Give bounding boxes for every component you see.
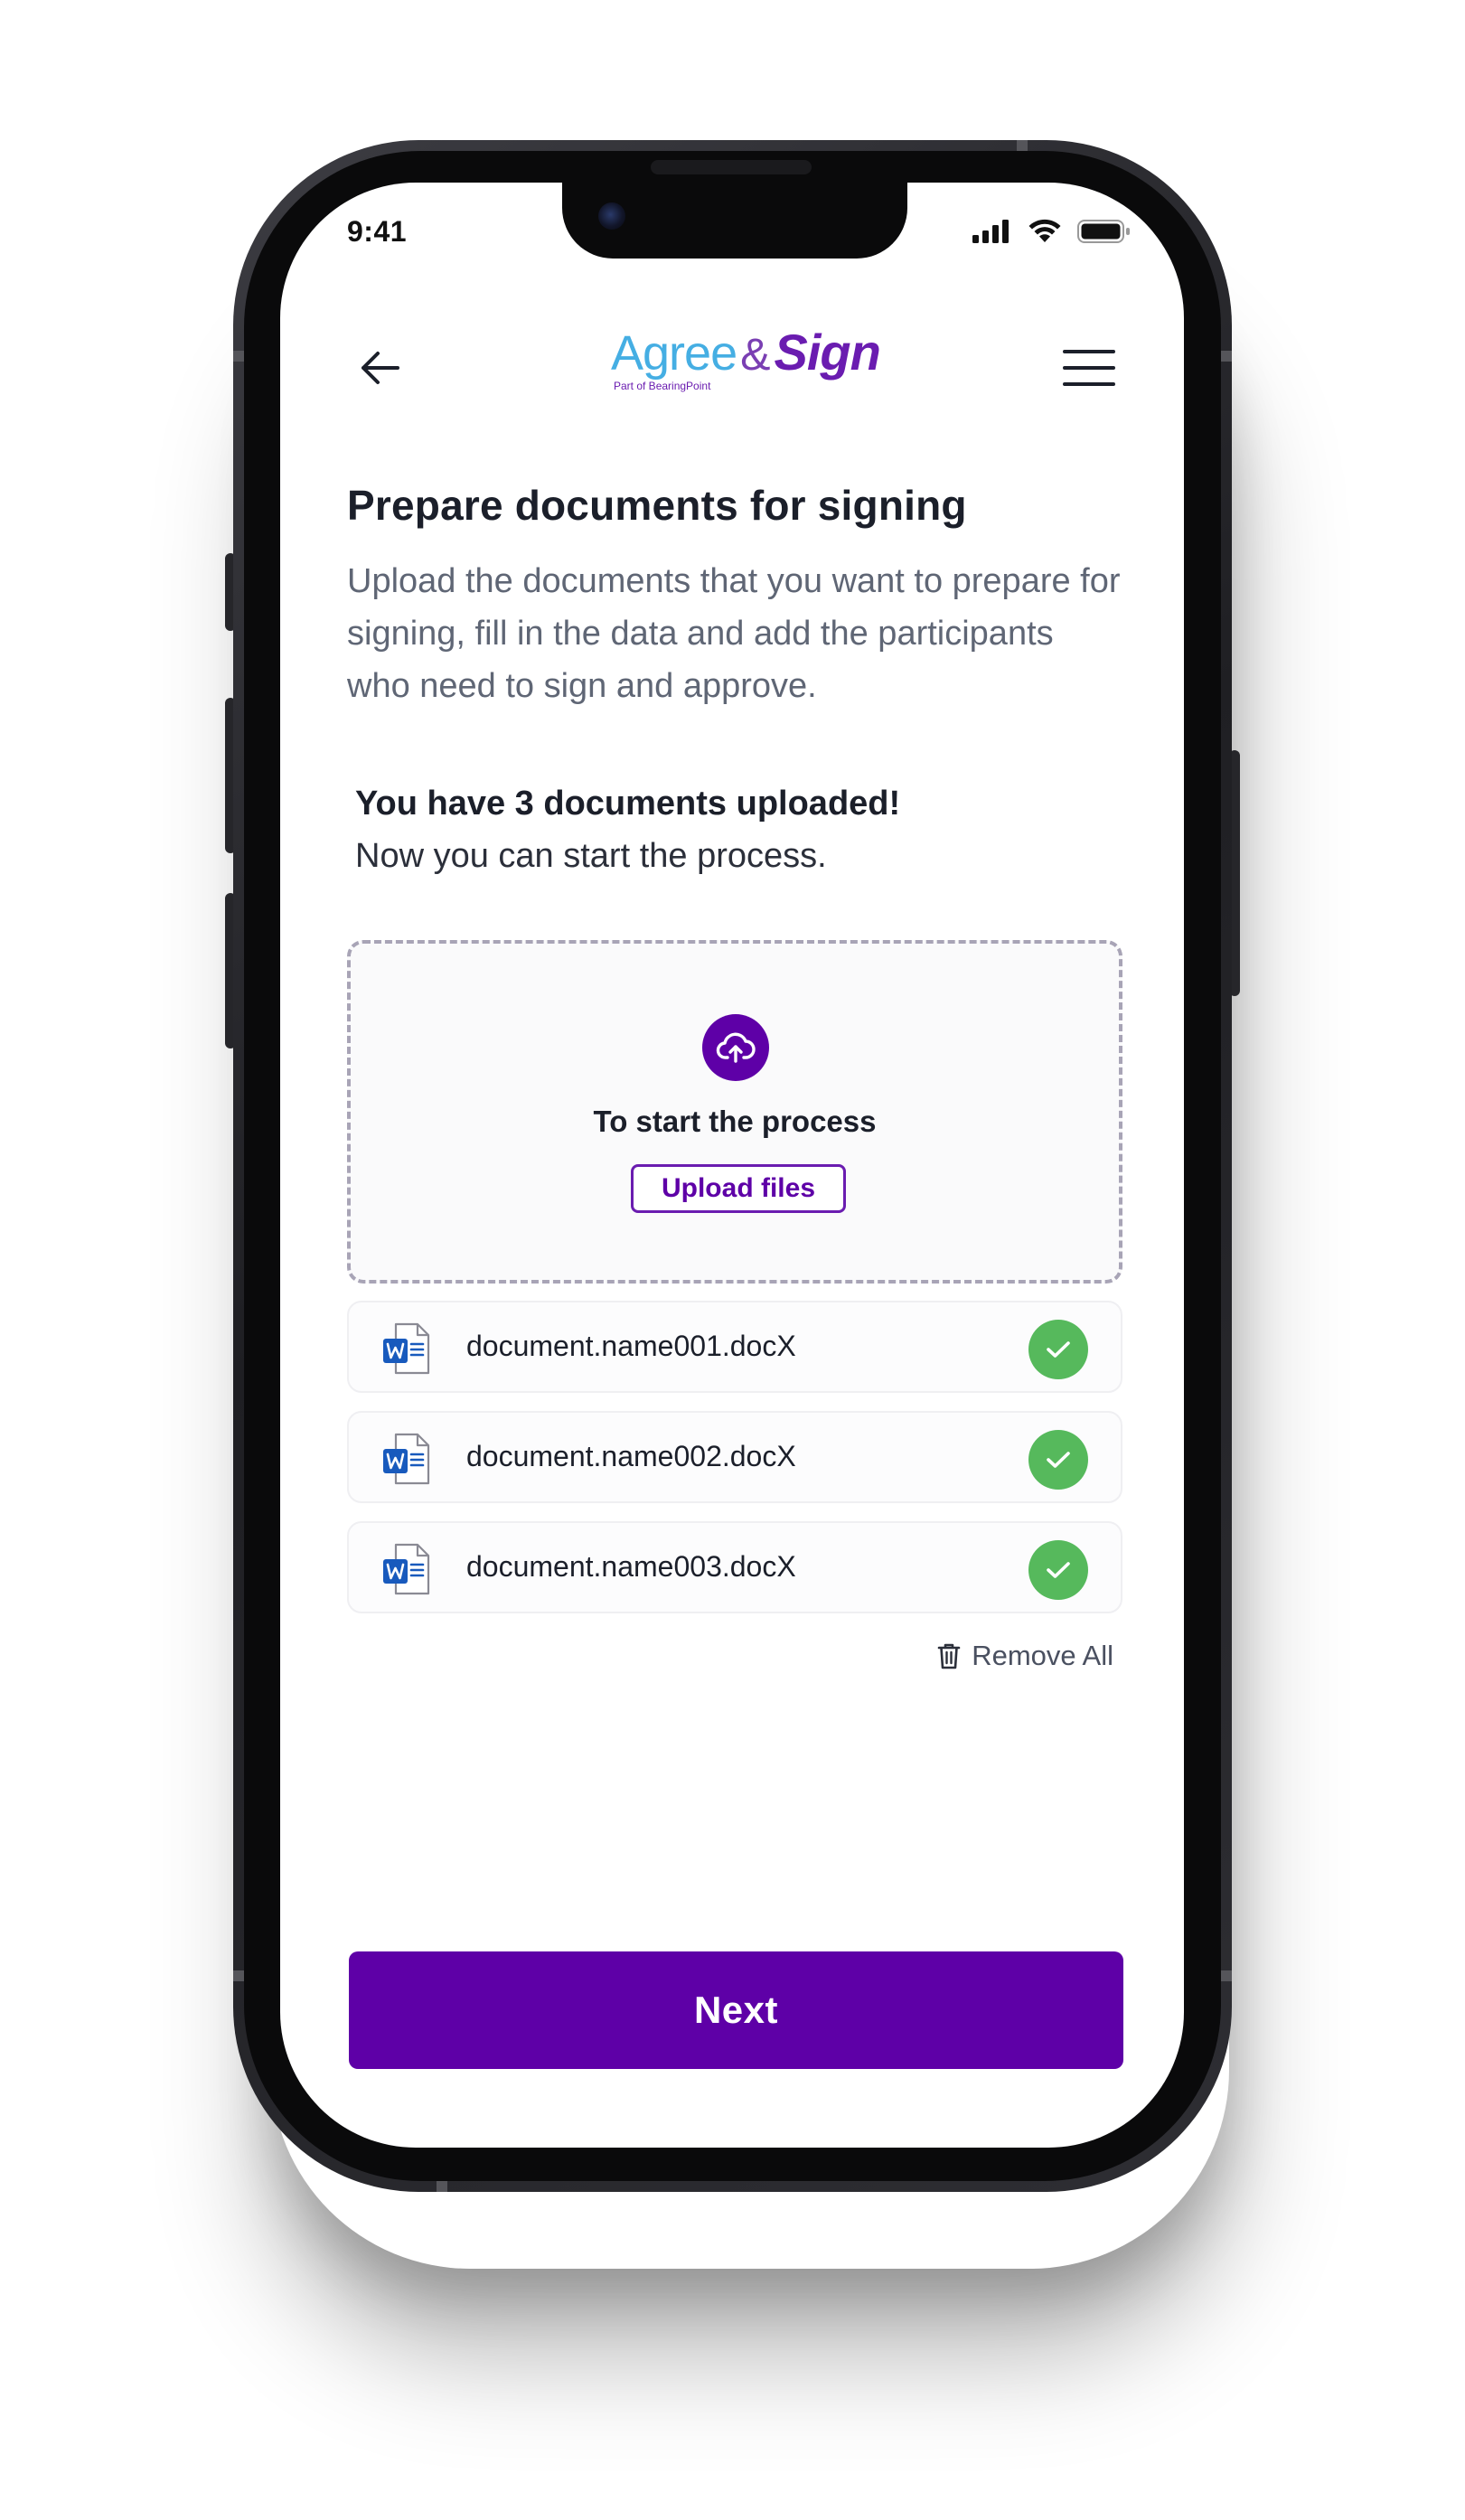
- document-name: document.name002.docX: [466, 1440, 796, 1472]
- notch: [562, 183, 907, 259]
- document-item[interactable]: document.name001.docX: [347, 1301, 1122, 1393]
- phone-screen: 9:41 Agree & Sign Part of BearingPoint P…: [280, 183, 1184, 2148]
- back-button[interactable]: [352, 341, 407, 395]
- battery-icon: [1077, 220, 1130, 243]
- document-name: document.name001.docX: [466, 1330, 796, 1362]
- next-button[interactable]: Next: [349, 1951, 1123, 2069]
- page-title: Prepare documents for signing: [347, 482, 967, 529]
- upload-files-button[interactable]: Upload files: [631, 1164, 846, 1213]
- document-item[interactable]: document.name002.docX: [347, 1411, 1122, 1503]
- antenna-band: [1219, 351, 1232, 362]
- page-description: Upload the documents that you want to pr…: [347, 562, 1121, 705]
- agree-and-sign-logo: Agree & Sign Part of BearingPoint: [611, 323, 881, 413]
- word-file-icon: [383, 1322, 430, 1375]
- upload-status-subtitle: Now you can start the process.: [355, 837, 827, 875]
- status-time: 9:41: [347, 215, 408, 248]
- cloud-upload-icon: [702, 1014, 769, 1081]
- file-dropzone[interactable]: To start the process Upload files: [347, 940, 1122, 1284]
- remove-all-button[interactable]: Remove All: [937, 1640, 1113, 1672]
- check-icon: [1028, 1320, 1088, 1379]
- menu-button[interactable]: [1057, 341, 1121, 395]
- wifi-icon: [1028, 219, 1061, 242]
- check-icon: [1028, 1430, 1088, 1490]
- logo-subtitle: Part of BearingPoint: [614, 380, 711, 392]
- word-file-icon: [383, 1433, 430, 1485]
- dropzone-title: To start the process: [593, 1105, 877, 1138]
- hamburger-menu-icon: [1063, 350, 1115, 386]
- trash-icon: [937, 1643, 961, 1669]
- word-file-icon: [383, 1543, 430, 1595]
- arrow-left-icon: [362, 352, 399, 384]
- antenna-band: [437, 2179, 447, 2192]
- logo-ampersand: &: [740, 329, 771, 380]
- logo-agree-text: Agree: [611, 326, 737, 381]
- logo-sign-text: Sign: [774, 324, 880, 381]
- antenna-band: [1219, 1970, 1232, 1981]
- document-item[interactable]: document.name003.docX: [347, 1521, 1122, 1613]
- upload-status-title: You have 3 documents uploaded!: [355, 785, 901, 823]
- earpiece-speaker: [651, 160, 812, 174]
- document-name: document.name003.docX: [466, 1550, 796, 1583]
- remove-all-label: Remove All: [972, 1640, 1113, 1671]
- front-camera: [598, 202, 625, 230]
- document-list: document.name001.docX document.name002.d…: [347, 1301, 1122, 1631]
- signal-icon: [972, 220, 1009, 243]
- status-icons: [972, 219, 1132, 244]
- check-icon: [1028, 1540, 1088, 1600]
